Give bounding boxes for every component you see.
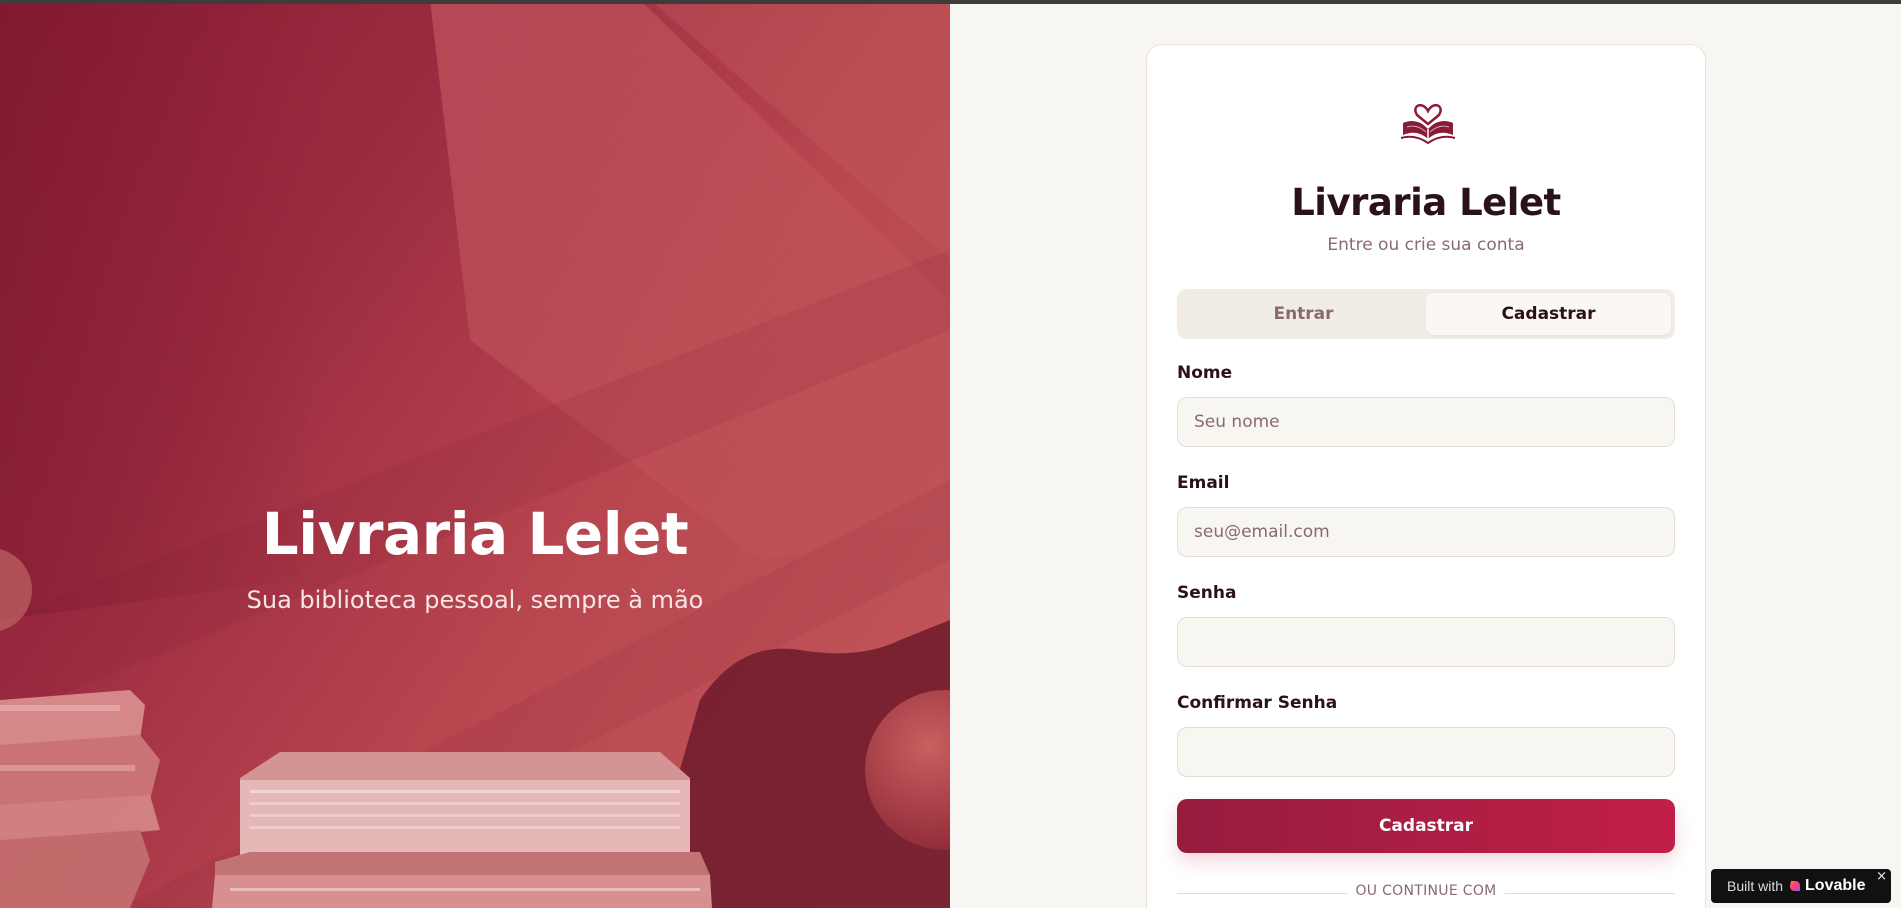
book-heart-icon: [1400, 103, 1456, 145]
hero-subtitle: Sua biblioteca pessoal, sempre à mão: [246, 586, 704, 614]
lovable-heart-icon: [1790, 881, 1801, 891]
password-field[interactable]: [1177, 617, 1675, 667]
hero-title: Livraria Lelet: [261, 500, 689, 568]
hero-content: Livraria Lelet Sua biblioteca pessoal, s…: [0, 500, 950, 614]
hero-background-illustration: [0, 0, 950, 908]
browser-top-bar: [0, 0, 1901, 4]
tab-entrar[interactable]: Entrar: [1181, 293, 1426, 335]
auth-panel: Livraria Lelet Entre ou crie sua conta E…: [950, 4, 1901, 908]
card-title: Livraria Lelet: [1291, 181, 1561, 224]
tab-cadastrar[interactable]: Cadastrar: [1426, 293, 1671, 335]
password-label: Senha: [1177, 583, 1237, 603]
badge-built-text: Built with: [1727, 878, 1784, 894]
name-field[interactable]: [1177, 397, 1675, 447]
name-label: Nome: [1177, 363, 1233, 383]
cadastrar-button[interactable]: Cadastrar: [1177, 799, 1675, 853]
hero-panel: Livraria Lelet Sua biblioteca pessoal, s…: [0, 0, 950, 908]
auth-card: Livraria Lelet Entre ou crie sua conta E…: [1146, 44, 1706, 908]
divider: OU CONTINUE COM: [1177, 883, 1675, 903]
email-field[interactable]: [1177, 507, 1675, 557]
divider-text: OU CONTINUE COM: [1347, 883, 1505, 899]
email-label: Email: [1177, 473, 1230, 493]
built-with-lovable-badge[interactable]: Built with Lovable ×: [1711, 869, 1891, 903]
close-icon[interactable]: ×: [1876, 869, 1887, 884]
badge-brand: Lovable: [1805, 877, 1866, 894]
confirm-password-label: Confirmar Senha: [1177, 693, 1338, 713]
card-subtitle: Entre ou crie sua conta: [1327, 235, 1525, 255]
auth-tabs: Entrar Cadastrar: [1177, 289, 1675, 339]
confirm-password-field[interactable]: [1177, 727, 1675, 777]
